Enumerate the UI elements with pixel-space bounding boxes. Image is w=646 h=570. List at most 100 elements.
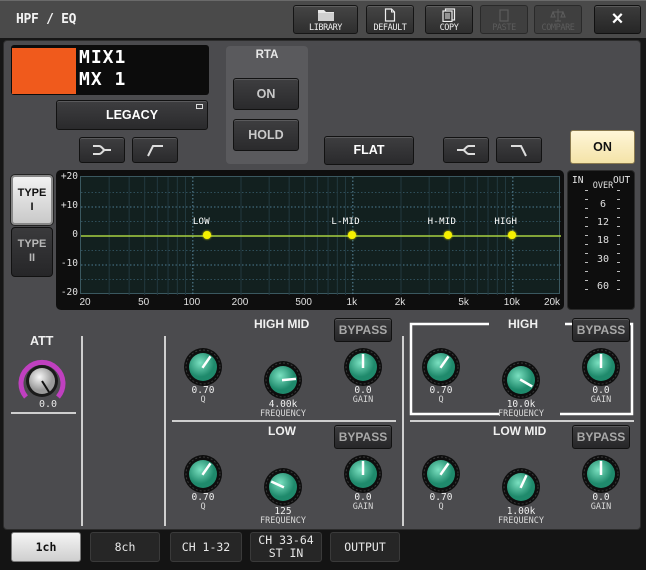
high-lpf-shape-button[interactable]: [496, 137, 542, 163]
meter-tick: [585, 226, 588, 227]
band-label: LOW: [192, 217, 210, 227]
eq-type-1-button[interactable]: TYPE I: [11, 175, 53, 225]
meter-tick: [585, 280, 588, 281]
close-button[interactable]: ×: [594, 5, 641, 34]
low-mid-gain-knob[interactable]: [581, 454, 621, 494]
low-gain-label: GAIN: [352, 502, 374, 512]
tab-output[interactable]: OUTPUT: [330, 532, 400, 562]
high-bypass-button[interactable]: BYPASS: [572, 318, 630, 342]
low-mid-gain-label: GAIN: [590, 502, 612, 512]
x-tick-label: 50: [138, 297, 150, 308]
knob-dial: [502, 361, 540, 399]
meter-tick: [585, 289, 588, 290]
knob-dial: [582, 455, 620, 493]
low-bypass-button[interactable]: BYPASS: [334, 425, 392, 449]
meter-tick: [585, 271, 588, 272]
window-title: HPF / EQ: [16, 12, 77, 27]
tab-1ch[interactable]: 1ch: [11, 532, 81, 562]
high-mid-frequency-knob[interactable]: [263, 360, 303, 400]
eq-type-1-label: TYPE: [17, 187, 47, 199]
rta-on-button[interactable]: ON: [233, 78, 299, 110]
compare-button[interactable]: COMPARE: [534, 5, 582, 34]
low-hpf-shape-button[interactable]: [132, 137, 178, 163]
meter-tick: [617, 190, 620, 191]
eq-graph-canvas: [81, 177, 561, 295]
low-q-knob[interactable]: [183, 454, 223, 494]
meter-tick: [585, 190, 588, 191]
channel-name-line1: MIX1: [79, 47, 127, 68]
high-mid-q-label: Q: [200, 395, 206, 405]
band-label: HIGH: [494, 217, 518, 227]
library-button[interactable]: LIBRARY: [293, 5, 358, 34]
library-mode-button[interactable]: LEGACY: [56, 100, 208, 130]
meter-tick: [617, 199, 620, 200]
knob-dial: [184, 455, 222, 493]
high-gain-label: GAIN: [590, 395, 612, 405]
low-mid-frequency-knob[interactable]: [501, 467, 541, 507]
meter-tick: [585, 199, 588, 200]
meter-scale-label: 30: [596, 254, 610, 265]
meter-tick: [585, 217, 588, 218]
low-gain-knob[interactable]: [343, 454, 383, 494]
tab-ch-33-64[interactable]: CH 33-64 ST IN: [250, 532, 322, 562]
low-mid-title: LOW MID: [493, 424, 547, 438]
eq-type-2-button[interactable]: TYPE II: [11, 227, 53, 277]
tab-8ch[interactable]: 8ch: [90, 532, 160, 562]
att-value: 0.0: [39, 399, 58, 410]
eq-response-graph[interactable]: [80, 176, 561, 295]
knob-dial: [264, 468, 302, 506]
eq-on-button[interactable]: ON: [570, 130, 635, 164]
att-divider: [11, 412, 76, 414]
high-q-knob[interactable]: [421, 347, 461, 387]
tab-ch-1-32[interactable]: CH 1-32: [170, 532, 242, 562]
popup-indicator-icon: [196, 104, 203, 109]
band-label: H-MID: [427, 217, 457, 227]
meter-tick: [617, 244, 620, 245]
meter-tick: [585, 208, 588, 209]
knob-dial: [264, 361, 302, 399]
knob-dial: [344, 348, 382, 386]
high-frequency-knob[interactable]: [501, 360, 541, 400]
band-point-high[interactable]: [507, 231, 516, 239]
default-button[interactable]: DEFAULT: [366, 5, 414, 34]
meter-tick: [617, 253, 620, 254]
high-mid-frequency-label: FREQUENCY: [259, 409, 307, 419]
eq-type-2-numeral: II: [28, 252, 36, 264]
att-label: ATT: [30, 334, 54, 348]
rta-hold-button[interactable]: HOLD: [233, 119, 299, 151]
eq-type-2-label: TYPE: [17, 238, 47, 250]
low-shelf-shape-button[interactable]: [79, 137, 125, 163]
x-tick-label: 20: [79, 297, 91, 308]
meter-tick: [617, 235, 620, 236]
paste-button[interactable]: PASTE: [480, 5, 528, 34]
close-icon: ×: [611, 8, 624, 30]
high-q-label: Q: [438, 395, 444, 405]
divider-left: [81, 336, 83, 526]
high-mid-q-knob[interactable]: [183, 347, 223, 387]
clipboard-icon: [481, 8, 527, 23]
flat-button[interactable]: FLAT: [324, 136, 414, 165]
low-frequency-knob[interactable]: [263, 467, 303, 507]
high-pass-filter-icon: [147, 145, 163, 157]
copy-button[interactable]: COPY: [425, 5, 473, 34]
meter-tick: [617, 271, 620, 272]
knob-dial: [582, 348, 620, 386]
band-point-l-mid[interactable]: [347, 231, 356, 239]
high-title: HIGH: [508, 317, 538, 331]
low-mid-frequency-label: FREQUENCY: [497, 516, 545, 526]
low-mid-bypass-button[interactable]: BYPASS: [572, 425, 630, 449]
high-mid-bypass-button[interactable]: BYPASS: [334, 318, 392, 342]
low-mid-q-knob[interactable]: [421, 454, 461, 494]
channel-name: MIX1 MX 1: [79, 47, 126, 91]
meter-scale-label: 12: [596, 217, 610, 228]
high-mid-title: HIGH MID: [254, 317, 310, 331]
high-gain-knob[interactable]: [581, 347, 621, 387]
eq-type-1-numeral: I: [30, 201, 34, 213]
library-mode-label: LEGACY: [105, 108, 159, 122]
knob-dial: [344, 455, 382, 493]
high-mid-gain-knob[interactable]: [343, 347, 383, 387]
meter-tick: [617, 262, 620, 263]
tab-label: CH 1-32: [181, 540, 231, 554]
high-shelf-shape-button[interactable]: [443, 137, 489, 163]
folder-icon: [294, 8, 357, 23]
